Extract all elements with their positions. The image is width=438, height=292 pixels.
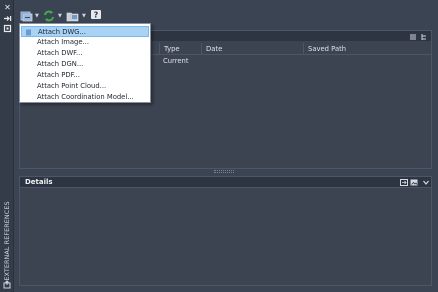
svg-text:?: ? xyxy=(94,11,99,20)
row-type-cell: Current xyxy=(163,57,189,65)
details-panel: Details xyxy=(19,176,432,286)
menu-item-attach-point-cloud[interactable]: Attach Point Cloud... xyxy=(21,81,149,92)
refresh-dropdown-caret[interactable]: ▼ xyxy=(58,13,63,19)
change-path-icon xyxy=(66,12,79,22)
attach-icon xyxy=(20,11,33,22)
close-icon[interactable]: ✕ xyxy=(3,3,12,12)
menu-item-label: Attach PDF... xyxy=(37,71,80,79)
splitter-grip[interactable] xyxy=(214,170,234,173)
palette-title: EXTERNAL REFERENCES xyxy=(3,201,11,281)
external-references-palette: ✕ EXTERNAL REFERENCES ▼ ▼ ▼ ? Type Date … xyxy=(0,0,438,292)
column-header-date[interactable]: Date xyxy=(201,43,303,55)
list-view-icon[interactable] xyxy=(409,33,417,41)
help-button[interactable]: ? xyxy=(90,9,102,23)
menu-item-attach-dgn[interactable]: Attach DGN... xyxy=(21,59,149,70)
menu-item-label: Attach Image... xyxy=(37,38,89,46)
attach-dropdown-menu: Attach DWG... Attach Image... Attach DWF… xyxy=(19,23,151,103)
menu-item-label: Attach Coordination Model... xyxy=(37,93,134,101)
menu-item-attach-coordination-model[interactable]: Attach Coordination Model... xyxy=(21,92,149,103)
change-path-dropdown-caret[interactable]: ▼ xyxy=(82,13,87,19)
properties-icon[interactable] xyxy=(3,24,12,33)
tree-view-icon[interactable] xyxy=(420,33,428,41)
attach-button[interactable] xyxy=(20,9,34,23)
menu-item-label: Attach DWF... xyxy=(37,49,83,57)
details-panel-icon[interactable] xyxy=(400,179,408,186)
dwg-file-icon xyxy=(26,29,31,36)
column-header-type[interactable]: Type xyxy=(159,43,201,55)
menu-item-attach-dwf[interactable]: Attach DWF... xyxy=(21,48,149,59)
menu-item-label: Attach DGN... xyxy=(37,60,84,68)
details-collapse-icon[interactable] xyxy=(422,179,430,186)
help-icon: ? xyxy=(91,10,101,20)
menu-item-label: Attach Point Cloud... xyxy=(37,82,107,90)
menu-item-attach-dwg[interactable]: Attach DWG... xyxy=(21,26,149,37)
menu-item-attach-image[interactable]: Attach Image... xyxy=(21,37,149,48)
menu-item-attach-pdf[interactable]: Attach PDF... xyxy=(21,70,149,81)
attach-dropdown-caret[interactable]: ▼ xyxy=(35,13,40,19)
menu-item-label: Attach DWG... xyxy=(38,28,86,36)
refresh-icon xyxy=(44,10,54,22)
palette-options-icon[interactable] xyxy=(3,280,12,289)
refresh-button[interactable] xyxy=(42,9,56,23)
details-title: Details xyxy=(25,178,53,186)
column-header-saved-path[interactable]: Saved Path xyxy=(303,43,431,55)
change-path-button[interactable] xyxy=(66,9,80,23)
autohide-icon[interactable] xyxy=(3,14,12,23)
palette-title-strip: ✕ EXTERNAL REFERENCES xyxy=(0,0,14,292)
details-header: Details xyxy=(20,177,431,188)
preview-image-icon[interactable] xyxy=(410,179,418,186)
